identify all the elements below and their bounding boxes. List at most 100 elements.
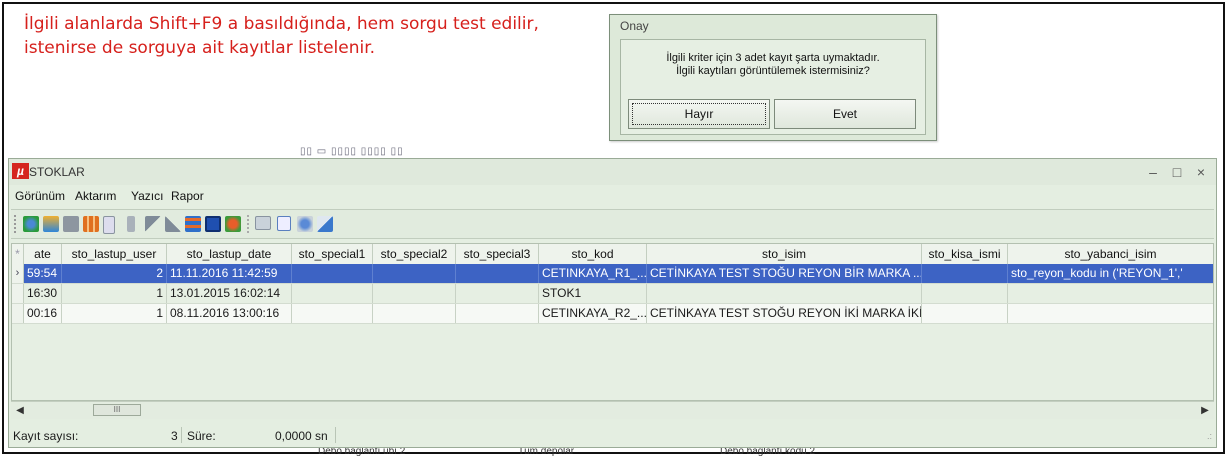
col-ate[interactable]: ate <box>24 244 62 264</box>
save-icon[interactable] <box>205 216 221 232</box>
maximize-button[interactable]: □ <box>1166 163 1188 181</box>
table-cell[interactable] <box>373 264 456 283</box>
table-row[interactable]: 00:16 1 08.11.2016 13:00:16 CETINKAYA_R2… <box>12 304 1213 324</box>
scrollbar-thumb[interactable]: III <box>93 404 141 416</box>
table-cell[interactable]: 13.01.2015 16:02:14 <box>167 284 292 303</box>
table-cell[interactable] <box>922 264 1008 283</box>
table-cell[interactable]: CETİNKAYA TEST STOĞU REYON BİR MARKA ... <box>647 264 922 283</box>
toolbar-grip-icon[interactable] <box>14 215 19 233</box>
no-button[interactable]: Hayır <box>628 99 770 129</box>
filter-icon[interactable] <box>127 216 135 232</box>
window-titlebar[interactable]: µ STOKLAR – □ × <box>9 159 1216 185</box>
preview-icon[interactable] <box>277 216 291 231</box>
close-button[interactable]: × <box>1190 163 1212 181</box>
table-cell[interactable] <box>1008 284 1213 303</box>
table-cell[interactable]: CETINKAYA_R1_... <box>539 264 647 283</box>
row-pointer-icon: › <box>12 264 24 283</box>
menu-yazici[interactable]: Yazıcı <box>131 189 163 203</box>
col-sto-isim[interactable]: sto_isim <box>647 244 922 264</box>
toolbar-separator <box>247 215 250 233</box>
table-cell[interactable] <box>922 304 1008 323</box>
col-sto-kisa-ismi[interactable]: sto_kisa_ismi <box>922 244 1008 264</box>
layout-icon[interactable] <box>185 216 201 232</box>
table-cell[interactable] <box>456 264 539 283</box>
table-cell[interactable]: 08.11.2016 13:00:16 <box>167 304 292 323</box>
table-cell[interactable]: 2 <box>62 264 167 283</box>
toolbar <box>11 209 1214 239</box>
table-cell[interactable]: 00:16 <box>24 304 62 323</box>
table-cell[interactable]: STOK1 <box>539 284 647 303</box>
col-sto-yabanci-isim[interactable]: sto_yabanci_isim <box>1008 244 1213 264</box>
dialog-message-line-1: İlgili kriter için 3 adet kayıt şarta uy… <box>666 52 880 64</box>
col-sto-kod[interactable]: sto_kod <box>539 244 647 264</box>
row-indicator <box>12 304 24 323</box>
menu-gorunum[interactable]: Görünüm <box>15 189 65 203</box>
status-divider <box>181 427 182 443</box>
print-settings-icon[interactable] <box>297 216 313 232</box>
background-toolbar-fragment: ▯▯ ▭ ▯▯▯▯ ▯▯▯▯ ▯▯ <box>300 146 404 157</box>
dialog-title: Onay <box>620 19 649 33</box>
duration-label: Süre: <box>187 429 216 443</box>
grid-icon[interactable] <box>83 216 99 232</box>
dialog-message: İlgili kriter için 3 adet kayıt şarta uy… <box>621 52 925 78</box>
scroll-right-icon[interactable]: ▶ <box>1198 403 1212 418</box>
col-sto-lastup-date[interactable]: sto_lastup_date <box>167 244 292 264</box>
print-icon[interactable] <box>255 216 271 230</box>
instruction-annotation: İlgili alanlarda Shift+F9 a basıldığında… <box>24 12 539 60</box>
dialog-message-line-2: İlgili kaytıları görüntülemek istermisin… <box>676 65 870 77</box>
confirm-dialog: Onay İlgili kriter için 3 adet kayıt şar… <box>609 14 937 141</box>
table-cell[interactable]: 1 <box>62 304 167 323</box>
record-count-value: 3 <box>171 429 178 443</box>
table-cell[interactable] <box>922 284 1008 303</box>
table-cell[interactable]: 59:54 <box>24 264 62 283</box>
col-sto-special2[interactable]: sto_special2 <box>373 244 456 264</box>
table-cell[interactable]: CETİNKAYA TEST STOĞU REYON İKİ MARKA İKİ <box>647 304 922 323</box>
resize-grip-icon[interactable]: .: <box>1207 431 1212 441</box>
grid-header: * ate sto_lastup_user sto_lastup_date st… <box>12 244 1213 265</box>
table-cell[interactable]: 1 <box>62 284 167 303</box>
table-cell[interactable] <box>647 284 922 303</box>
table-cell[interactable] <box>456 304 539 323</box>
swap-icon[interactable] <box>225 216 241 232</box>
records-grid: * ate sto_lastup_user sto_lastup_date st… <box>11 243 1214 401</box>
menu-rapor[interactable]: Rapor <box>171 189 204 203</box>
back-icon[interactable] <box>165 216 181 232</box>
row-indicator <box>12 284 24 303</box>
yes-button[interactable]: Evet <box>774 99 916 129</box>
export-icon[interactable] <box>317 216 333 232</box>
table-cell[interactable] <box>292 264 373 283</box>
table-cell[interactable] <box>456 284 539 303</box>
minimize-button[interactable]: – <box>1142 163 1164 181</box>
mu-logo-icon: µ <box>12 163 29 179</box>
table-cell[interactable] <box>292 304 373 323</box>
horizontal-scrollbar[interactable]: ◀ III ▶ <box>11 401 1214 419</box>
table-cell[interactable] <box>373 304 456 323</box>
table-cell[interactable] <box>292 284 373 303</box>
forward-icon[interactable] <box>145 216 161 232</box>
table-cell[interactable] <box>373 284 456 303</box>
download-icon[interactable] <box>43 216 59 232</box>
tree-icon[interactable] <box>103 216 115 234</box>
duration-value: 0,0000 sn <box>275 429 328 443</box>
annotation-line-2: istenirse de sorguya ait kayıtlar listel… <box>24 38 376 58</box>
table-cell[interactable] <box>1008 304 1213 323</box>
col-sto-special3[interactable]: sto_special3 <box>456 244 539 264</box>
header-indicator-icon: * <box>12 244 24 264</box>
yes-button-label: Evet <box>832 107 857 121</box>
scroll-left-icon[interactable]: ◀ <box>13 403 27 418</box>
table-row[interactable]: › 59:54 2 11.11.2016 11:42:59 CETINKAYA_… <box>12 264 1213 284</box>
table-row[interactable]: 16:30 1 13.01.2015 16:02:14 STOK1 <box>12 284 1213 304</box>
stoklar-window: µ STOKLAR – □ × Görünüm Aktarım Yazıcı R… <box>8 158 1217 448</box>
table-cell[interactable]: 16:30 <box>24 284 62 303</box>
col-sto-special1[interactable]: sto_special1 <box>292 244 373 264</box>
col-sto-lastup-user[interactable]: sto_lastup_user <box>62 244 167 264</box>
refresh-icon[interactable] <box>23 216 39 232</box>
table-cell[interactable]: CETINKAYA_R2_... <box>539 304 647 323</box>
menu-aktarim[interactable]: Aktarım <box>75 189 116 203</box>
table-cell[interactable]: 11.11.2016 11:42:59 <box>167 264 292 283</box>
record-count-label: Kayıt sayısı: <box>13 429 79 443</box>
table-cell[interactable]: sto_reyon_kodu in ('REYON_1',' <box>1008 264 1213 283</box>
stop-icon[interactable] <box>63 216 79 232</box>
status-divider <box>335 427 336 443</box>
annotation-line-1: İlgili alanlarda Shift+F9 a basıldığında… <box>24 14 539 34</box>
